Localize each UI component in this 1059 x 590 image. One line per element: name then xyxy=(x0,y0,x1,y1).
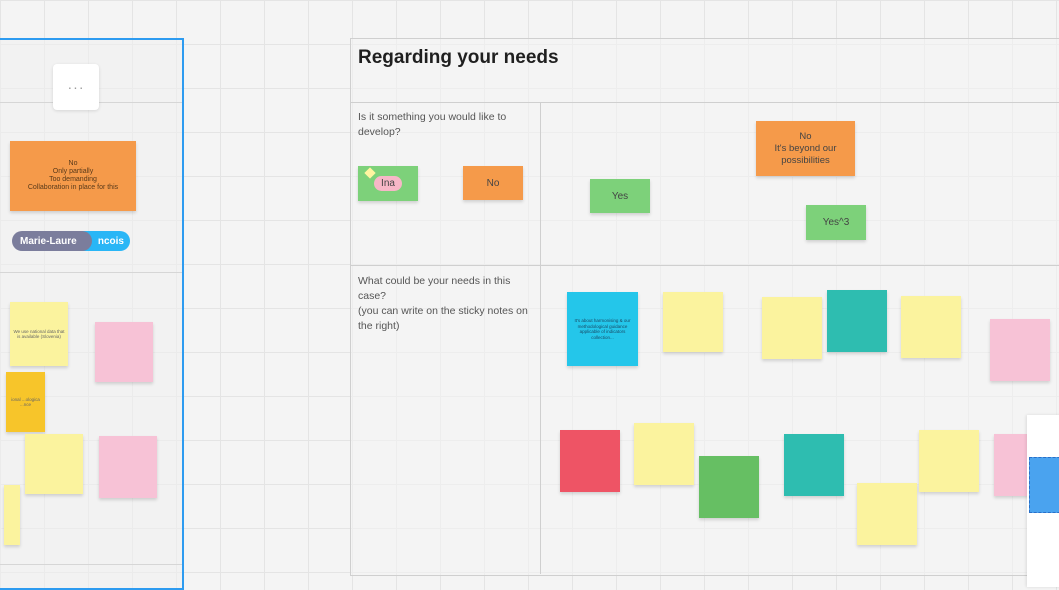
sticky-note-red[interactable] xyxy=(560,430,620,492)
sticky-note-teal[interactable] xyxy=(827,290,887,352)
question-needs: What could be your needs in this case? (… xyxy=(358,274,528,334)
sticky-note-yellow[interactable] xyxy=(901,296,961,358)
note-text: It's about harmonising & our methodologi… xyxy=(574,318,631,340)
sticky-note-beyond[interactable]: No It's beyond our possibilities xyxy=(756,121,855,176)
sticky-note-green[interactable] xyxy=(699,456,759,518)
chip-label: Marie-Laure xyxy=(20,235,77,247)
sticky-note-yellow[interactable] xyxy=(857,483,917,545)
sticky-note-yellow[interactable] xyxy=(663,292,723,352)
note-line: possibilities xyxy=(781,154,830,166)
cursor-flag-icon xyxy=(364,167,376,179)
note-line: Only partially xyxy=(52,168,94,175)
question-develop: Is it something you would like to develo… xyxy=(358,111,507,138)
note-text: Yes^3 xyxy=(822,217,850,228)
sticky-note-no[interactable]: No xyxy=(463,166,523,200)
note-line: Collaboration in place for this xyxy=(27,184,119,191)
sticky-note-yellow[interactable] xyxy=(919,430,979,492)
note-line: No xyxy=(799,130,812,142)
frame-title: Regarding your needs xyxy=(358,47,559,68)
sticky-note-yes3[interactable]: Yes^3 xyxy=(806,205,866,240)
frame-divider xyxy=(0,272,182,273)
sticky-note-teal[interactable] xyxy=(784,434,844,496)
cursor-chip-user: Marie-Laure xyxy=(12,231,92,251)
table-column-divider xyxy=(540,102,541,574)
ellipsis-icon: ··· xyxy=(67,79,85,95)
note-line: It's beyond our xyxy=(774,142,837,154)
frame-divider xyxy=(0,564,182,565)
sticky-note-gold[interactable]: ional ...ologica ...nce xyxy=(6,372,45,432)
sticky-note-pink[interactable] xyxy=(99,436,157,498)
sticky-note-pink[interactable] xyxy=(95,322,153,382)
question-line: (you can write on the sticky notes on th… xyxy=(358,305,528,332)
sticky-note-yellow[interactable] xyxy=(25,434,83,494)
cursor-chip-ina: Ina xyxy=(374,176,402,191)
sticky-note-cyan[interactable]: It's about harmonising & our methodologi… xyxy=(567,292,638,366)
sticky-note-yellow[interactable] xyxy=(762,297,822,359)
sticky-note-green[interactable]: Ina xyxy=(358,166,418,201)
note-text: We use national data that is available (… xyxy=(13,328,65,340)
note-line: No xyxy=(68,160,78,167)
sticky-note-orange[interactable]: No Only partially Too demanding Collabor… xyxy=(10,141,136,211)
sticky-note-pink[interactable] xyxy=(990,319,1050,381)
sticky-note-yellow[interactable] xyxy=(634,423,694,485)
note-text: Yes xyxy=(611,190,629,202)
sticky-note-yellow[interactable] xyxy=(4,485,20,545)
sticky-note-yes[interactable]: Yes xyxy=(590,179,650,213)
sticky-note-yellow[interactable]: We use national data that is available (… xyxy=(10,302,68,366)
table-row-divider xyxy=(350,265,1059,266)
selected-element[interactable] xyxy=(1029,457,1059,513)
note-text: No xyxy=(486,177,500,189)
note-line: Too demanding xyxy=(49,176,97,183)
question-line: What could be your needs in this case? xyxy=(358,275,511,302)
chip-label: ncois xyxy=(97,235,124,247)
table-row-divider xyxy=(350,102,1059,103)
note-text: ional ...ologica ...nce xyxy=(11,396,40,408)
more-options-button[interactable]: ··· xyxy=(53,64,99,110)
